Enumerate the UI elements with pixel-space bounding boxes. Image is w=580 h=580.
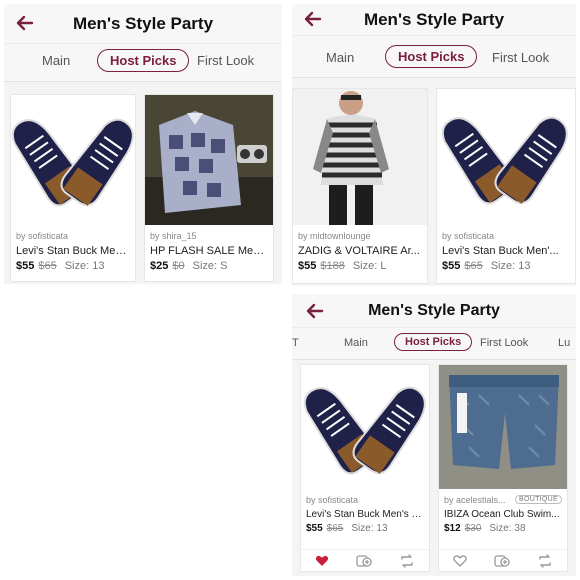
shirt-image[interactable] [145,95,273,225]
current-price: $55 [442,260,461,272]
original-price: $65 [38,260,57,272]
original-price: $188 [320,260,345,272]
share-icon[interactable] [537,553,553,568]
add-to-bundle-icon[interactable] [356,554,372,568]
add-to-bundle-icon[interactable] [494,554,510,568]
tab-main[interactable]: Main [42,53,70,68]
product-title[interactable]: Levi's Stan Buck Men's S... [306,509,424,520]
card-actions [301,549,429,571]
price-row: $55 $65 Size: 13 [442,260,570,272]
original-price: $65 [464,260,483,272]
price-row: $55 $65 Size: 13 [306,523,424,534]
product-card[interactable]: by midtownlounge ZADIG & VOLTAIRE Ar... … [292,88,428,284]
size-label: Size: L [352,260,387,272]
current-price: $12 [444,523,461,534]
seller-name[interactable]: by sofisticata [442,229,570,242]
back-arrow-icon[interactable] [304,300,326,322]
share-icon[interactable] [399,553,415,568]
product-title[interactable]: Levi's Stan Buck Men'... [16,245,130,257]
product-card[interactable]: by sofisticata Levi's Stan Buck Men's S.… [300,364,430,572]
app-header: Men's Style Party [292,294,576,328]
tab-partial-right[interactable]: Lu [558,337,570,349]
tab-first-look[interactable]: First Look [492,50,549,65]
seller-name[interactable]: by acelestials... BOUTIQUE [444,493,562,506]
tab-bar: Main Host Picks First Look [292,36,576,78]
heart-filled-icon[interactable] [315,554,329,568]
swim-shorts-image[interactable] [439,365,567,489]
product-title[interactable]: ZADIG & VOLTAIRE Ar... [298,245,422,257]
seller-name[interactable]: by sofisticata [306,493,424,506]
product-title[interactable]: Levi's Stan Buck Men'... [442,245,570,257]
product-title[interactable]: IBIZA Ocean Club Swim... [444,509,562,520]
tab-host-picks[interactable]: Host Picks [385,45,478,68]
tab-host-picks[interactable]: Host Picks [394,333,473,351]
tab-first-look[interactable]: First Look [480,337,528,349]
sneakers-image[interactable] [11,95,135,225]
product-card[interactable]: by sofisticata Levi's Stan Buck Men'... … [10,94,136,282]
size-label: Size: 13 [351,523,388,534]
current-price: $55 [16,260,35,272]
page-title: Men's Style Party [363,9,505,29]
tab-main[interactable]: Main [326,50,354,65]
back-arrow-icon[interactable] [14,12,36,34]
price-row: $55 $65 Size: 13 [16,260,130,272]
size-label: Size: S [192,260,228,272]
striped-sweater-image[interactable] [293,89,427,225]
original-price: $0 [172,260,185,272]
product-card[interactable]: by acelestials... BOUTIQUE IBIZA Ocean Cl… [438,364,568,572]
page-title: Men's Style Party [72,13,214,33]
seller-name[interactable]: by midtownlounge [298,229,422,242]
current-price: $25 [150,260,169,272]
page-title: Men's Style Party [368,301,500,319]
price-row: $12 $30 Size: 38 [444,523,562,534]
screenshot-panel-3: Men's Style Party T Main Host Picks Firs… [292,294,576,576]
tab-bar: T Main Host Picks First Look Lu [292,328,576,360]
seller-name[interactable]: by shira_15 [150,229,268,242]
back-arrow-icon[interactable] [302,8,324,30]
original-price: $65 [326,523,344,534]
price-row: $55 $188 Size: L [298,260,422,272]
size-label: Size: 13 [490,260,531,272]
tab-host-picks[interactable]: Host Picks [97,49,190,72]
tab-main[interactable]: Main [344,337,368,349]
screenshot-panel-2: Men's Style Party Main Host Picks First … [292,4,576,286]
price-row: $25 $0 Size: S [150,260,268,272]
size-label: Size: 13 [64,260,105,272]
product-title[interactable]: HP FLASH SALE Men'... [150,245,268,257]
current-price: $55 [298,260,317,272]
screenshot-panel-1: Men's Style Party Main Host Picks First … [4,4,282,284]
tab-first-look[interactable]: First Look [197,53,254,68]
size-label: Size: 38 [489,523,526,534]
sneakers-image[interactable] [301,365,429,489]
tab-bar: Main Host Picks First Look [4,44,282,82]
card-actions [439,549,567,571]
app-header: Men's Style Party [292,4,576,36]
app-header: Men's Style Party [4,4,282,44]
heart-outline-icon[interactable] [452,554,467,568]
current-price: $55 [306,523,323,534]
tab-partial-left[interactable]: T [292,337,299,349]
product-card[interactable]: by shira_15 HP FLASH SALE Men'... $25 $0 S… [144,94,274,282]
sneakers-image[interactable] [437,89,575,225]
seller-name[interactable]: by sofisticata [16,229,130,242]
original-price: $30 [464,523,482,534]
product-card[interactable]: by sofisticata Levi's Stan Buck Men'... … [436,88,576,284]
boutique-badge: BOUTIQUE [515,495,562,504]
